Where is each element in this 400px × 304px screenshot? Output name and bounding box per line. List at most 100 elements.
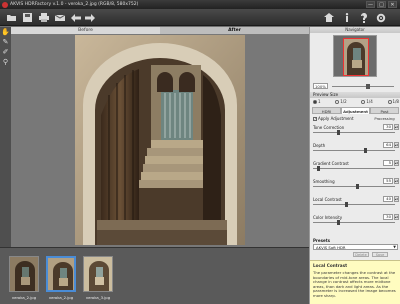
param-label: Local Contrast	[313, 197, 342, 202]
radio-icon	[335, 100, 340, 104]
settings-icon[interactable]	[375, 12, 386, 23]
zoom-slider-handle[interactable]	[366, 83, 370, 89]
param-label: Depth	[313, 143, 326, 148]
param-value-input[interactable]: 55	[383, 178, 393, 184]
param-depth: Depth 64 ▴▾	[313, 142, 399, 155]
slider-handle[interactable]	[344, 202, 348, 207]
preview-size-header: Preview Size	[310, 92, 400, 98]
param-value-input[interactable]: 30	[383, 214, 393, 220]
tab-adjustment[interactable]: Adjustment	[341, 107, 370, 114]
open-icon[interactable]	[6, 12, 17, 23]
info-icon[interactable]	[341, 12, 352, 23]
checkmark-icon: ✓	[313, 117, 317, 121]
preview-size-option[interactable]: 1/4	[361, 99, 373, 105]
param-color-intensity: Color Intensity 30 ▴▾	[313, 214, 399, 227]
save-preset-button[interactable]: Save	[372, 252, 388, 257]
navigator-thumbnail[interactable]	[333, 35, 377, 77]
filmstrip-label: veroka_3.jpg	[85, 295, 111, 300]
brush-icon[interactable]: ✐	[0, 47, 11, 57]
title-bar: AKVIS HDRFactory v.1.0 - veroka_2.jpg (R…	[0, 0, 400, 9]
filmstrip-thumbnail	[83, 256, 113, 292]
print-icon[interactable]	[38, 12, 49, 23]
close-button[interactable]: ✕	[388, 1, 397, 8]
image-viewer[interactable]: Before After	[11, 27, 309, 247]
home-icon[interactable]	[323, 12, 334, 23]
filmstrip-label: veroka_2.jpg	[48, 295, 74, 300]
param-slider[interactable]	[313, 202, 395, 207]
zoom-select[interactable]: 100%	[313, 83, 328, 89]
zoom-slider[interactable]	[332, 83, 394, 89]
slider-handle[interactable]	[316, 166, 320, 171]
navigator-header: Navigator	[310, 27, 400, 33]
app-window: AKVIS HDRFactory v.1.0 - veroka_2.jpg (R…	[0, 0, 400, 304]
tab-hdri[interactable]: HDRI	[312, 107, 341, 114]
spinner-icon[interactable]: ▴▾	[394, 196, 399, 202]
info-text: The parameter changes the contrast at th…	[313, 270, 396, 298]
slider-handle[interactable]	[336, 130, 340, 135]
hand-icon[interactable]: ✋	[0, 27, 11, 37]
app-logo-icon	[2, 1, 8, 8]
spinner-icon[interactable]: ▴▾	[394, 214, 399, 220]
presets-header: Presets	[313, 238, 331, 243]
slider-handle[interactable]	[363, 148, 367, 153]
spinner-icon[interactable]: ▴▾	[394, 178, 399, 184]
param-slider[interactable]	[313, 166, 395, 171]
window-controls: — □ ✕	[366, 1, 397, 8]
param-value-input[interactable]: 40	[383, 196, 393, 202]
spinner-icon[interactable]: ▴▾	[394, 124, 399, 130]
help-icon[interactable]	[358, 12, 369, 23]
info-title: Local Contrast	[313, 263, 348, 268]
maximize-button[interactable]: □	[377, 1, 386, 8]
spinner-icon[interactable]: ▴▾	[394, 160, 399, 166]
share-icon[interactable]	[54, 12, 65, 23]
settings-tabs: HDRI Adjustment Post Processing	[312, 107, 399, 121]
save-icon[interactable]	[22, 12, 33, 23]
filmstrip-label: veroka_2.jpg	[11, 295, 37, 300]
redo-icon[interactable]	[84, 12, 95, 23]
radio-icon	[387, 100, 392, 104]
chevron-down-icon: ▼	[393, 245, 396, 249]
delete-preset-button[interactable]: Delete	[353, 252, 369, 257]
radio-icon	[313, 100, 317, 104]
after-tab[interactable]: After	[160, 27, 309, 34]
filmstrip-item[interactable]: veroka_3.jpg	[80, 256, 116, 303]
before-tab[interactable]: Before	[11, 27, 160, 34]
presets-dropdown[interactable]: AKVIS Soft HDR ▼	[313, 244, 398, 250]
radio-icon	[361, 100, 366, 104]
help-info-box: Local Contrast The parameter changes the…	[310, 260, 400, 304]
param-slider[interactable]	[313, 148, 395, 153]
minimize-button[interactable]: —	[366, 1, 375, 8]
right-panel: Navigator 100% Preview Size 1 1/2 1/4 1/…	[309, 27, 400, 304]
param-slider[interactable]	[313, 220, 395, 225]
param-smoothing: Smoothing 55 ▴▾	[313, 178, 399, 191]
filmstrip-item[interactable]: veroka_2.jpg	[6, 256, 42, 303]
preview-size-options: 1 1/2 1/4 1/8	[313, 99, 399, 105]
param-local-contrast: Local Contrast 40 ▴▾	[313, 196, 399, 209]
left-toolbar: ✋ ✎ ✐ ⚲	[0, 27, 11, 247]
eyedropper-icon[interactable]: ✎	[0, 37, 11, 47]
spinner-icon[interactable]: ▴▾	[394, 142, 399, 148]
param-slider[interactable]	[313, 184, 395, 189]
param-slider[interactable]	[313, 130, 395, 135]
apply-adjustment-checkbox[interactable]: ✓Apply Adjustment	[313, 116, 354, 121]
preview-size-option[interactable]: 1/8	[387, 99, 399, 105]
param-gradient-contrast: Gradient Contrast 5 ▴▾	[313, 160, 399, 173]
preview-size-option[interactable]: 1	[313, 99, 321, 105]
slider-handle[interactable]	[356, 184, 360, 189]
slider-handle[interactable]	[336, 220, 340, 225]
zoom-icon[interactable]: ⚲	[0, 57, 11, 67]
preset-buttons: Delete Save	[353, 252, 388, 257]
tab-post-processing[interactable]: Post Processing	[370, 107, 399, 121]
toolbar	[0, 9, 400, 26]
filmstrip-thumbnail	[9, 256, 39, 292]
undo-icon[interactable]	[70, 12, 81, 23]
preview-size-option[interactable]: 1/2	[335, 99, 347, 105]
param-tone-correction: Tone Correction 30 ▴▾	[313, 124, 399, 137]
param-value-input[interactable]: 30	[383, 124, 393, 130]
zoom-row: 100%	[313, 83, 398, 89]
param-value-input[interactable]: 64	[383, 142, 393, 148]
filmstrip-thumbnail	[46, 256, 76, 292]
filmstrip-item-selected[interactable]: veroka_2.jpg	[43, 256, 79, 303]
window-title: AKVIS HDRFactory v.1.0 - veroka_2.jpg (R…	[10, 2, 139, 7]
param-value-input[interactable]: 5	[383, 160, 393, 166]
